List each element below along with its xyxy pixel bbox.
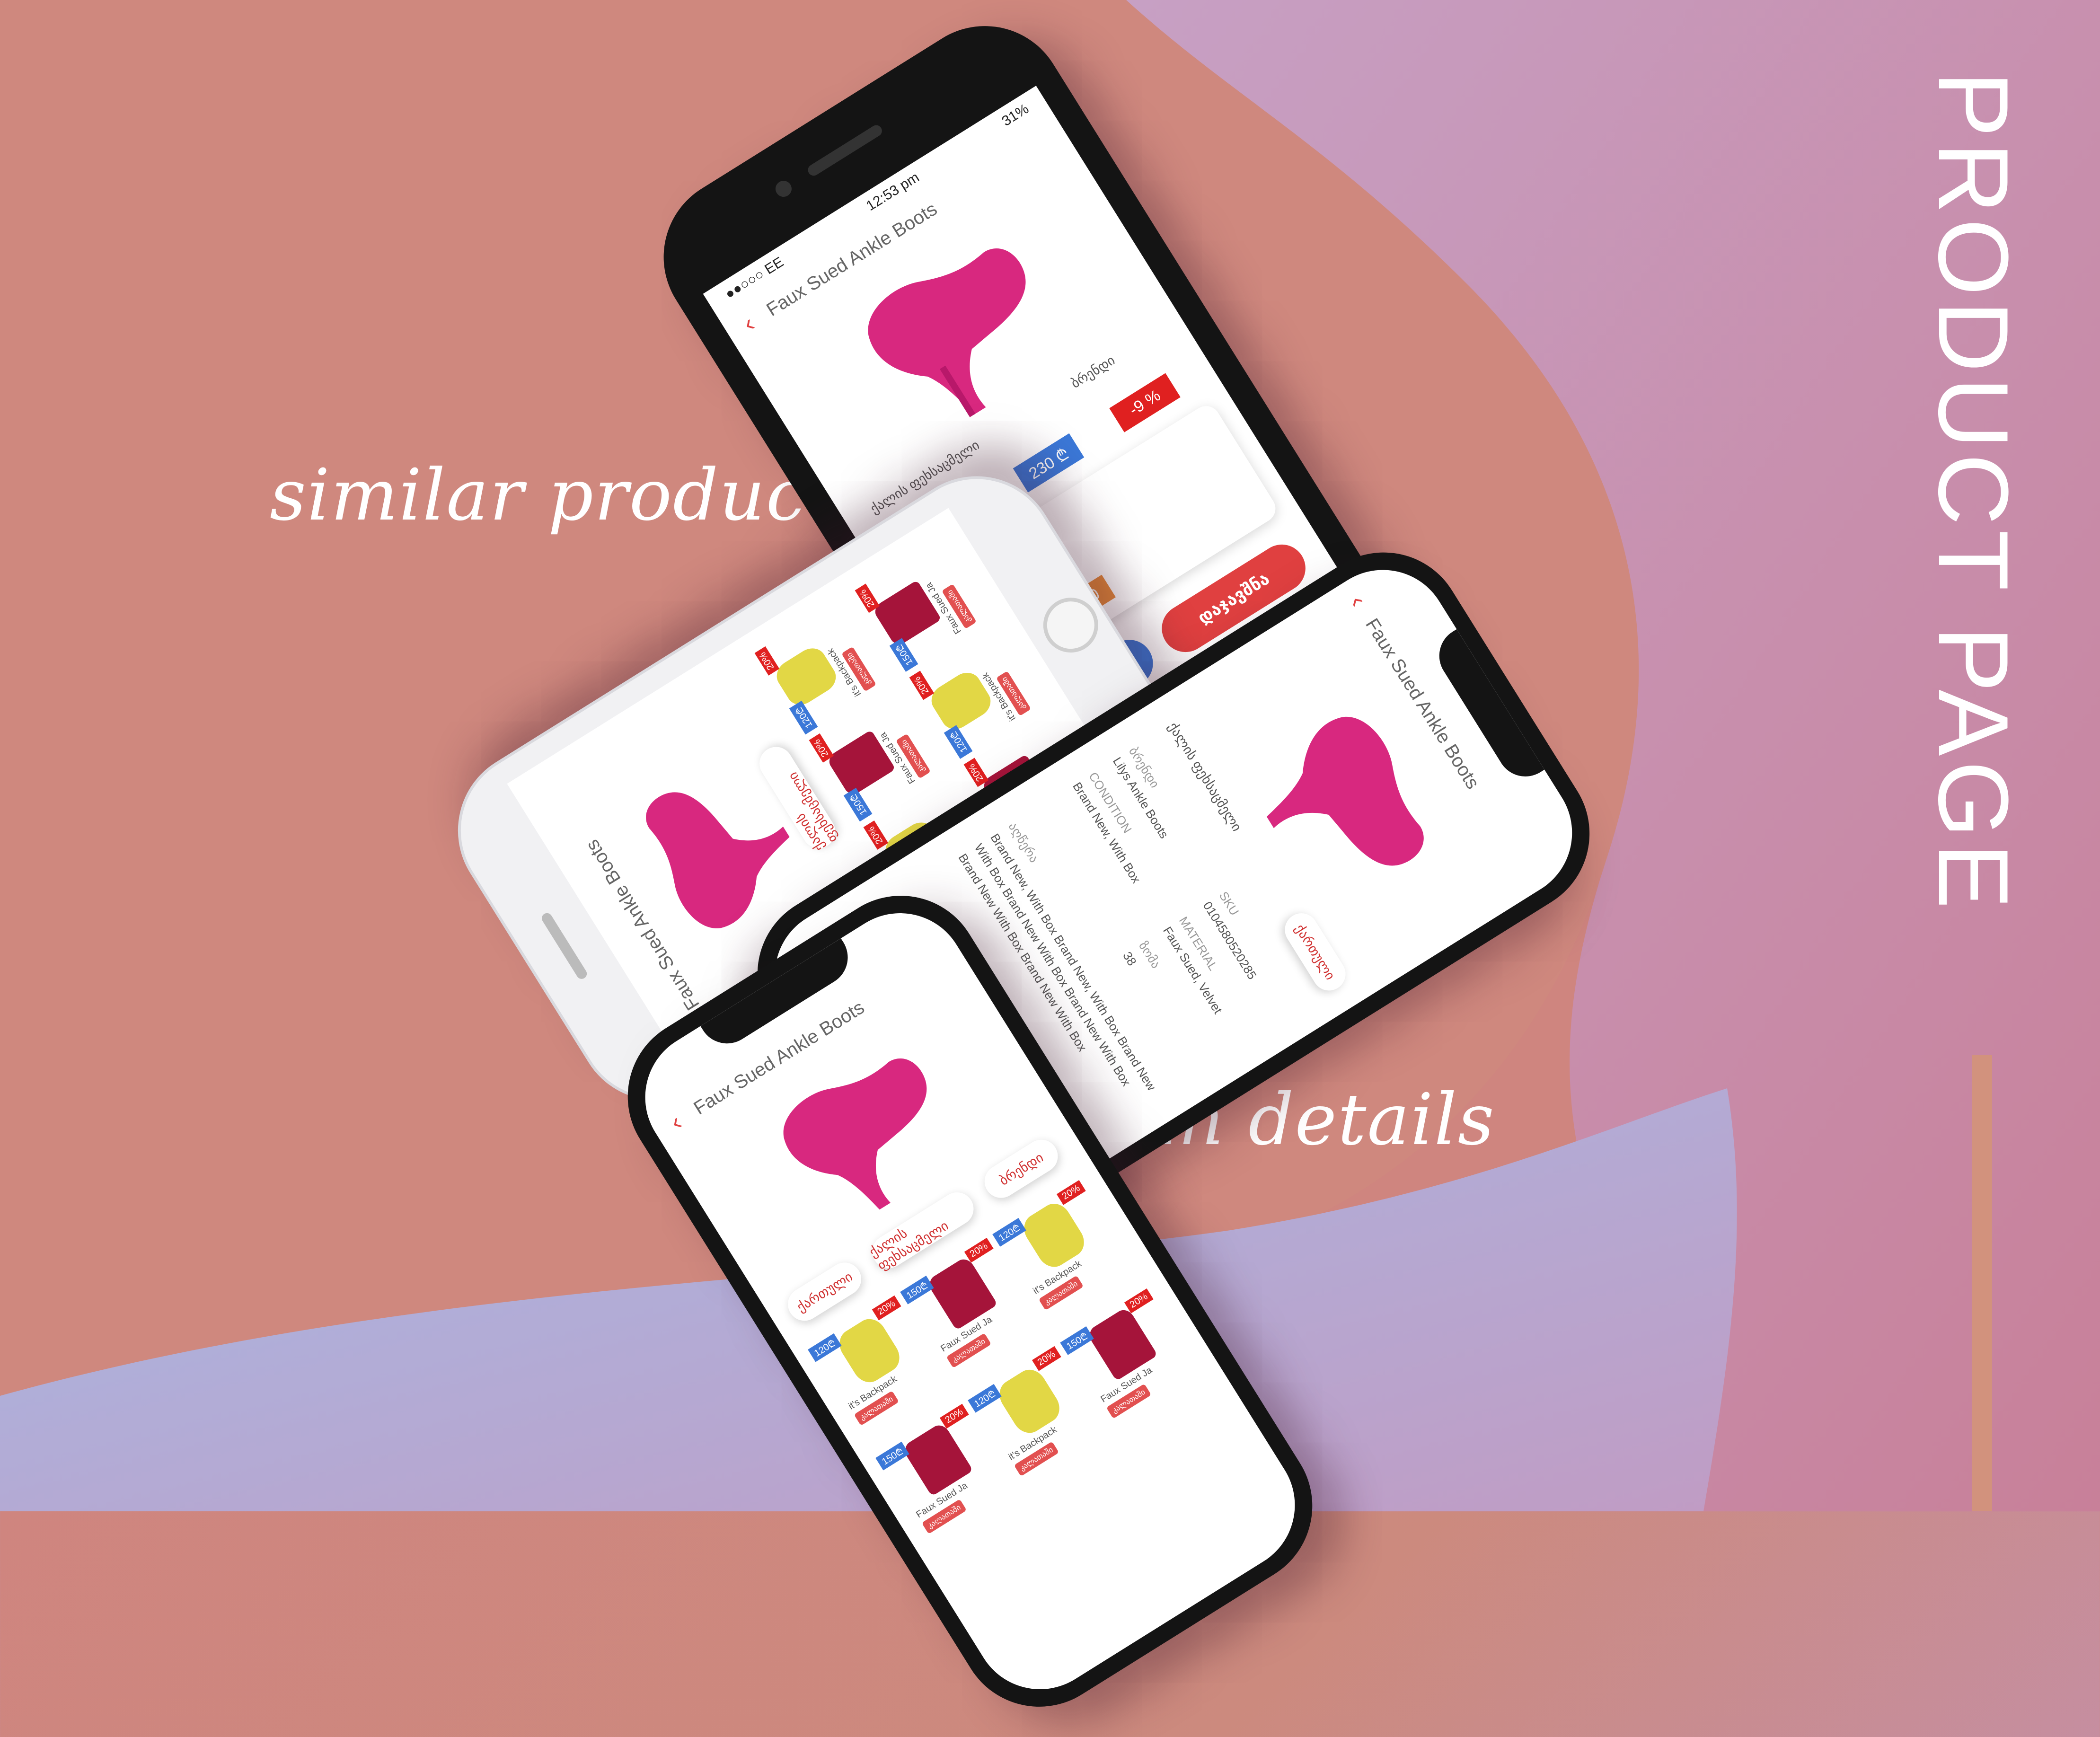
similar-price-badge: 150₾: [889, 638, 918, 672]
similar-discount-badge: 20%: [1032, 1346, 1061, 1371]
similar-discount-badge: 20%: [1124, 1288, 1154, 1314]
discount-badge: -9 %: [1109, 373, 1181, 432]
similar-discount-badge: 20%: [1056, 1180, 1086, 1205]
language-pill[interactable]: ქართული: [1279, 907, 1352, 997]
back-chevron-icon[interactable]: ‹: [738, 309, 759, 338]
similar-price-badge: 120₾: [944, 725, 973, 759]
similar-price-badge: 150₾: [875, 1441, 909, 1471]
similar-discount-badge: 20%: [939, 1403, 969, 1429]
similar-price-badge: 150₾: [1060, 1326, 1094, 1355]
similar-price-badge: 150₾: [900, 1276, 934, 1305]
similar-discount-badge: 20%: [754, 646, 780, 676]
speaker: [539, 911, 589, 981]
camera: [772, 177, 795, 200]
price-badge: 230 ₾: [1013, 433, 1085, 493]
similar-price-badge: 120₾: [968, 1384, 1002, 1413]
speaker: [805, 123, 884, 178]
similar-price-badge: 120₾: [992, 1218, 1026, 1247]
headline-vertical: PRODUCT PAGE: [1907, 71, 2039, 1041]
home-button[interactable]: [1032, 587, 1109, 663]
category-tag: ქალის ფეხსაცმელი: [1165, 719, 1244, 834]
similar-price-badge: 150₾: [843, 788, 873, 822]
similar-price-badge: 120₾: [808, 1333, 842, 1362]
chip-label: ბრენდი: [1068, 353, 1118, 391]
back-chevron-icon[interactable]: ‹: [1344, 590, 1372, 611]
similar-price-badge: 120₾: [789, 700, 818, 735]
accent-bar: [1972, 1055, 1992, 1511]
similar-discount-badge: 20%: [872, 1295, 901, 1321]
similar-discount-badge: 20%: [863, 820, 889, 850]
size-value: 38: [1120, 949, 1139, 969]
size-label: ზომა: [1136, 939, 1164, 971]
page-title: PRODUCT PAGE: [1918, 71, 2029, 914]
similar-discount-badge: 20%: [909, 670, 935, 700]
back-chevron-icon[interactable]: ‹: [665, 1108, 687, 1137]
similar-discount-badge: 20%: [964, 1237, 994, 1263]
